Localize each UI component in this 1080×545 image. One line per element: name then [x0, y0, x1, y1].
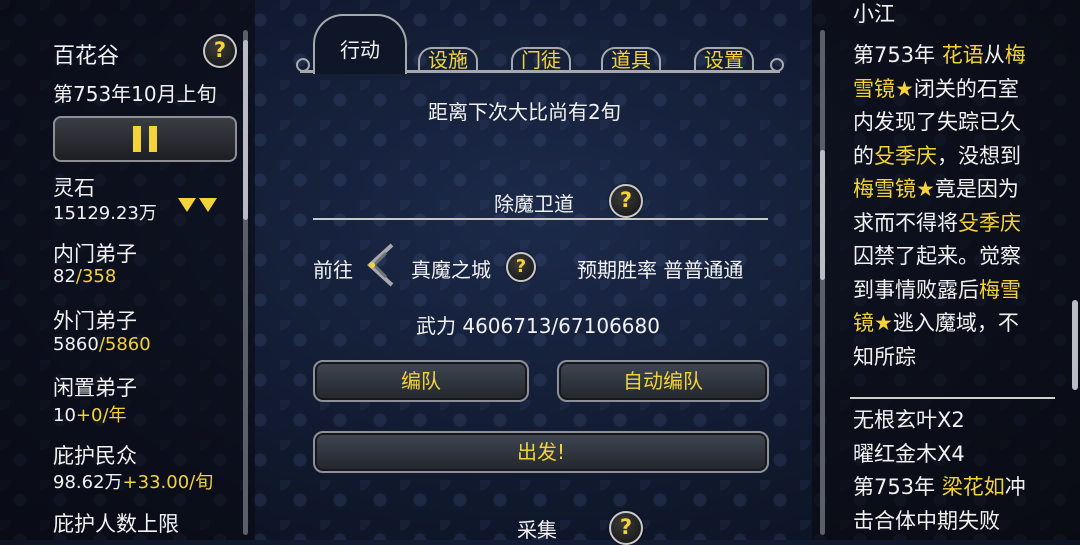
- log-line: 内发现了失踪已久: [853, 110, 1021, 134]
- destination-name: 真魔之城: [411, 258, 491, 282]
- log-line: 到事情败露后梅雪: [853, 277, 1021, 302]
- right-scrollbar[interactable]: [820, 30, 825, 535]
- outer-disciples-label: 外门弟子: [53, 309, 137, 333]
- log-line: 击合体中期失败: [853, 508, 1000, 533]
- spirit-stones-label: 灵石: [53, 176, 95, 200]
- edge-scrollbar[interactable]: [1072, 300, 1078, 390]
- inner-disciples-label: 内门弟子: [53, 242, 137, 266]
- event-log-entry: 第753年 花语从梅 雪镜★闭关的石室 内发现了失踪已久 的殳季庆，没想到 梅雪镜★竟是…: [853, 39, 1026, 374]
- destination-select-arrow-icon[interactable]: [362, 243, 396, 287]
- section-help-icon[interactable]: ?: [609, 184, 643, 218]
- pause-button[interactable]: [53, 116, 237, 162]
- gather-section-title: 采集: [517, 518, 557, 542]
- decrease-arrow-icon: [199, 198, 217, 212]
- log-line: 囚禁了起来。觉察: [853, 244, 1021, 268]
- sheltered-people-label: 庇护民众: [53, 444, 137, 468]
- log-divider: [850, 397, 1055, 399]
- next-contest-text: 距离下次大比尚有2旬: [428, 100, 621, 124]
- auto-team-button[interactable]: 自动编队: [557, 360, 769, 402]
- log-line: 的殳季庆，没想到: [853, 143, 1021, 168]
- tab-settings[interactable]: 设置: [694, 44, 754, 73]
- team-button[interactable]: 编队: [313, 360, 529, 402]
- log-line: 第753年 梁花如冲: [853, 475, 1026, 499]
- decrease-arrow-icon: [178, 198, 196, 212]
- win-rate-text: 预期胜率 普普通通: [577, 258, 744, 282]
- pause-icon: [133, 126, 141, 152]
- tab-action[interactable]: 行动: [313, 14, 407, 74]
- force-text: 武力 4606713/67106680: [416, 314, 660, 338]
- tab-disciples[interactable]: 门徒: [511, 44, 571, 73]
- log-line: 镜★逃入魔域，不: [853, 311, 1019, 335]
- sect-help-icon[interactable]: ?: [203, 34, 237, 68]
- tab-items[interactable]: 道具: [601, 44, 661, 73]
- section-divider: [313, 218, 768, 220]
- game-date: 第753年10月上旬: [53, 82, 217, 106]
- destination-help-icon[interactable]: ?: [506, 252, 536, 282]
- log-line: 曜红金木X4: [853, 441, 965, 466]
- event-log-entry: 无根玄叶X2 曜红金木X4 第753年 梁花如冲 击合体中期失败: [853, 404, 1026, 538]
- log-line: 梅雪镜★竟是因为: [853, 177, 1019, 201]
- left-scrollbar[interactable]: [243, 30, 248, 535]
- depart-button[interactable]: 出发!: [313, 431, 769, 473]
- log-line: 知所踪: [853, 344, 916, 369]
- log-line: 雪镜★闭关的石室: [853, 76, 1019, 101]
- section-title: 除魔卫道: [494, 192, 574, 216]
- sheltered-people-value: 98.62万+33.00/旬: [53, 472, 214, 493]
- log-line: 第753年 花语从梅: [853, 43, 1026, 67]
- idle-disciples-value: 10+0/年: [53, 405, 127, 426]
- idle-disciples-label: 闲置弟子: [53, 376, 137, 400]
- log-line: 无根玄叶X2: [853, 408, 965, 432]
- log-line: 求而不得将殳季庆: [853, 210, 1021, 235]
- log-owner-name: 小江: [853, 2, 895, 26]
- goto-label: 前往: [313, 258, 353, 282]
- sect-name: 百花谷: [53, 44, 120, 69]
- tab-facilities[interactable]: 设施: [418, 44, 478, 73]
- inner-disciples-value: 82/358: [53, 266, 117, 287]
- spirit-stones-value: 15129.23万: [53, 203, 157, 224]
- outer-disciples-value: 5860/5860: [53, 334, 151, 355]
- shelter-limit-label: 庇护人数上限: [53, 512, 179, 536]
